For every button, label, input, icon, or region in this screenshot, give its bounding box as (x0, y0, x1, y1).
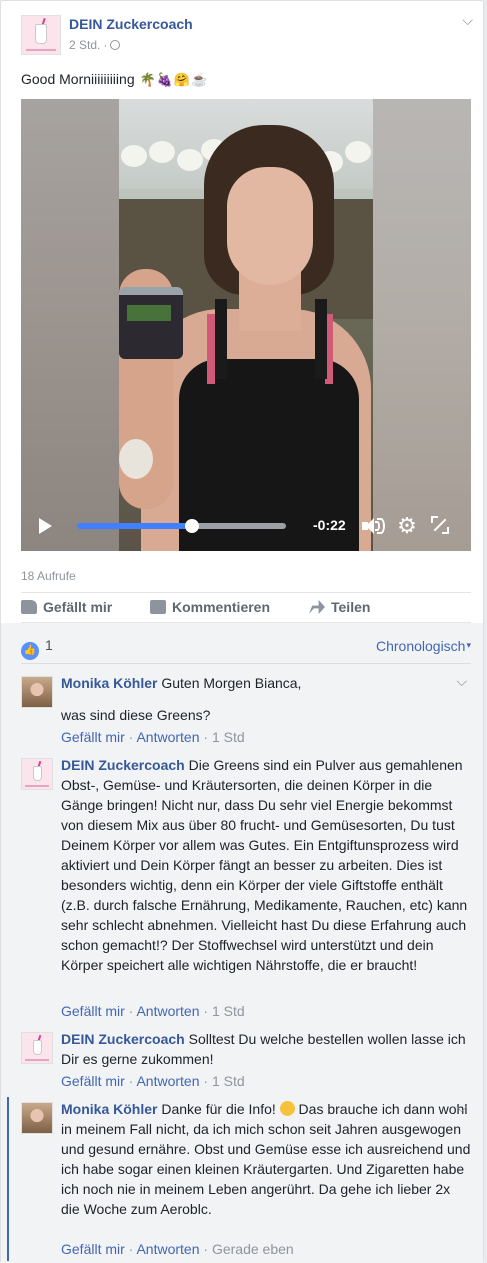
comment-like-link[interactable]: Gefällt mir (61, 1073, 125, 1089)
palm-tree-emoji: 🌴 (139, 72, 156, 87)
comment-item: Monika Köhler Danke für die Info! Das br… (21, 1099, 471, 1259)
smiley-emoji (279, 1101, 295, 1116)
comment-actions: Gefällt mir · Antworten · 1 Std (61, 1073, 245, 1089)
comment-time[interactable]: 1 Std (212, 1073, 245, 1089)
commenter-avatar[interactable] (21, 1102, 53, 1134)
commenter-name[interactable]: Monika Köhler (61, 1101, 157, 1117)
comment-item: DEIN Zuckercoach Die Greens sind ein Pul… (21, 755, 471, 1025)
comment-like-link[interactable]: Gefällt mir (61, 1003, 125, 1019)
share-button[interactable]: Teilen (309, 599, 370, 615)
comment-time[interactable]: 1 Std (212, 729, 245, 745)
chevron-down-icon[interactable]: ⌵ (456, 673, 467, 690)
volume-icon[interactable] (362, 517, 386, 535)
comment-button[interactable]: Kommentieren (150, 599, 270, 615)
post-timestamp[interactable]: 2 Std. (69, 38, 100, 52)
gear-icon[interactable]: ⚙ (396, 515, 418, 537)
thumbs-up-icon (21, 600, 37, 614)
video-progress-fill (77, 523, 192, 529)
chevron-down-icon[interactable]: ⌵ (456, 1099, 467, 1116)
caret-down-icon: ▾ (466, 640, 471, 650)
comment-reply-link[interactable]: Antworten (136, 1003, 199, 1019)
comment-time[interactable]: 1 Std (212, 1003, 245, 1019)
page-avatar[interactable] (21, 15, 61, 55)
comment-reply-link[interactable]: Antworten (136, 1241, 199, 1257)
greens-jar (119, 287, 183, 359)
reaction-summary[interactable]: 👍 1 (21, 637, 53, 660)
commenter-name[interactable]: DEIN Zuckercoach (61, 757, 185, 773)
play-icon[interactable] (39, 518, 52, 534)
video-controls: -0:22 ⚙ (21, 501, 471, 551)
post-meta: 2 Std. · (69, 38, 121, 52)
commenter-avatar[interactable] (21, 1032, 53, 1064)
comment-item: DEIN Zuckercoach Solltest Du welche best… (21, 1029, 471, 1099)
comment-text-line2: was sind diese Greens? (61, 707, 211, 723)
action-bar: Gefällt mir Kommentieren Teilen (21, 599, 471, 621)
post-card: DEIN Zuckercoach 2 Std. · ⌵ Good Morniiii… (0, 0, 484, 1263)
comment-actions: Gefällt mir · Antworten · Gerade eben (61, 1241, 294, 1257)
coffee-emoji: ☕ (191, 72, 208, 87)
comment-actions: Gefällt mir · Antworten · 1 Std (61, 1003, 245, 1019)
comment-actions: Gefällt mir · Antworten · 1 Std (61, 729, 245, 745)
hugging-emoji: 🤗 (173, 72, 191, 87)
comment-text: Danke für die Info! (161, 1101, 276, 1117)
new-comment-indicator (7, 1097, 9, 1261)
comment-reply-link[interactable]: Antworten (136, 1073, 199, 1089)
grapes-emoji: 🍇 (156, 72, 173, 87)
video-time-remaining: -0:22 (313, 517, 346, 533)
post-text: Good Morniiiiiiiiing 🌴🍇🤗☕ (21, 71, 208, 87)
glass-icon (35, 24, 47, 45)
chevron-down-icon[interactable]: ⌵ (462, 13, 473, 27)
post-author[interactable]: DEIN Zuckercoach (69, 16, 193, 32)
sort-dropdown[interactable]: Chronologisch▾ (376, 638, 471, 654)
comment-icon (150, 600, 166, 614)
like-reaction-icon: 👍 (21, 642, 39, 660)
comment-text-cont: Das brauche ich dann wohl in meinem Fall… (61, 1101, 471, 1217)
fullscreen-icon[interactable] (431, 516, 449, 534)
share-arrow-icon (309, 600, 325, 614)
view-count: 18 Aufrufe (21, 569, 76, 583)
comment-reply-link[interactable]: Antworten (136, 729, 199, 745)
commenter-avatar[interactable] (21, 676, 53, 708)
comments-section: 👍 1 Chronologisch▾ Monika Köhler Guten Mo… (1, 623, 483, 1263)
commenter-avatar[interactable] (21, 758, 53, 790)
comment-time[interactable]: Gerade eben (212, 1241, 294, 1257)
comment-like-link[interactable]: Gefällt mir (61, 729, 125, 745)
comment-item: Monika Köhler Guten Morgen Bianca, was s… (21, 673, 471, 753)
video-progress-bar[interactable] (77, 519, 286, 533)
commenter-name[interactable]: Monika Köhler (61, 675, 157, 691)
video-scrubber-handle[interactable] (184, 519, 199, 533)
globe-icon (110, 40, 121, 50)
comment-like-link[interactable]: Gefällt mir (61, 1241, 125, 1257)
comment-text: Die Greens sind ein Pulver aus gemahlene… (61, 757, 468, 973)
commenter-name[interactable]: DEIN Zuckercoach (61, 1031, 185, 1047)
comment-text: Guten Morgen Bianca, (161, 675, 302, 691)
like-button[interactable]: Gefällt mir (21, 599, 112, 615)
video-frame (119, 99, 373, 551)
post-header: DEIN Zuckercoach 2 Std. · ⌵ (21, 13, 475, 57)
video-player[interactable]: -0:22 ⚙ (21, 99, 471, 551)
